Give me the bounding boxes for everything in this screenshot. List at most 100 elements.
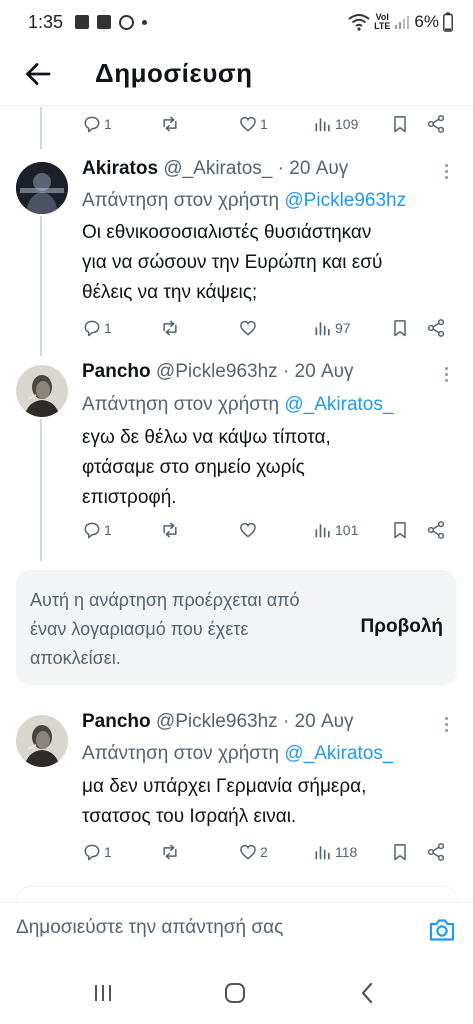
- tweet-header: Pancho @Pickle963hz · 20 Αυγ: [82, 361, 354, 383]
- tweet-actions: 1 101: [82, 518, 452, 542]
- share-icon: [427, 843, 445, 861]
- tweet-date[interactable]: · 20 Αυγ: [278, 158, 349, 179]
- bookmark-icon: [394, 320, 406, 337]
- author-handle[interactable]: @_Akiratos_: [163, 158, 272, 179]
- back-button[interactable]: [353, 978, 383, 1008]
- views-button[interactable]: 101: [313, 518, 358, 542]
- share-button[interactable]: [426, 316, 446, 340]
- heart-icon: [240, 844, 256, 860]
- heart-icon: [240, 522, 256, 538]
- reply-button[interactable]: 1: [82, 518, 112, 542]
- reply-icon: [84, 844, 100, 861]
- blocked-account-notice: Αυτή η ανάρτηση προέρχεται από έναν λογα…: [16, 570, 457, 685]
- tweet-date[interactable]: · 20 Αυγ: [283, 361, 354, 382]
- views-button[interactable]: 118: [313, 840, 357, 864]
- more-options-icon[interactable]: [443, 164, 449, 179]
- tweet-date[interactable]: · 20 Αυγ: [283, 711, 354, 732]
- tweet-actions: 1 1 109: [82, 112, 452, 136]
- mention-link[interactable]: @Pickle963hz: [284, 190, 406, 211]
- views-button[interactable]: 97: [313, 316, 351, 340]
- more-options-icon[interactable]: [443, 717, 449, 732]
- mention-link[interactable]: @_Akiratos_: [284, 743, 393, 764]
- repost-button[interactable]: [160, 518, 182, 542]
- recent-apps-icon: [95, 985, 111, 1001]
- reply-icon: [84, 116, 100, 133]
- share-icon: [427, 115, 445, 133]
- mention-link[interactable]: @_Akiratos_: [284, 394, 393, 415]
- tweet-actions: 1 2 118: [82, 840, 452, 864]
- like-button[interactable]: [238, 518, 260, 542]
- reply-input[interactable]: Δημοσιεύστε την απάντησή σας: [16, 917, 283, 939]
- repost-icon: [163, 320, 177, 336]
- repost-icon: [163, 522, 177, 538]
- blocked-notice-text: Αυτή η ανάρτηση προέρχεται από έναν λογα…: [30, 590, 300, 668]
- avatar-pancho-image: [16, 715, 68, 767]
- like-button[interactable]: [238, 316, 260, 340]
- reply-icon: [84, 320, 100, 337]
- system-navigation-bar: [0, 958, 473, 1024]
- camera-icon[interactable]: [427, 915, 457, 945]
- thread-connector: [40, 216, 42, 356]
- status-time: 1:35: [28, 11, 64, 32]
- thread-connector: [40, 419, 42, 561]
- bookmark-button[interactable]: [390, 840, 410, 864]
- more-options-icon[interactable]: [443, 367, 449, 382]
- share-button[interactable]: [426, 840, 446, 864]
- volte-indicator: VoƖ LTE: [374, 12, 391, 31]
- reply-context: Απάντηση στον χρήστη @_Akiratos_: [82, 394, 394, 415]
- views-button[interactable]: 109: [313, 112, 358, 136]
- views-icon: [315, 524, 330, 538]
- like-button[interactable]: 1: [238, 112, 268, 136]
- tweet-header: Akiratos @_Akiratos_ · 20 Αυγ: [82, 158, 348, 180]
- author-name[interactable]: Pancho: [82, 361, 151, 382]
- author-name[interactable]: Pancho: [82, 711, 151, 732]
- back-arrow-icon[interactable]: [24, 60, 52, 88]
- reply-button[interactable]: 1: [82, 316, 112, 340]
- author-handle[interactable]: @Pickle963hz: [156, 361, 278, 382]
- app-header: Δημοσίευση: [0, 44, 473, 106]
- author-handle[interactable]: @Pickle963hz: [156, 711, 278, 732]
- bookmark-icon: [394, 522, 406, 539]
- bookmark-button[interactable]: [390, 112, 410, 136]
- avatar[interactable]: [16, 715, 68, 767]
- share-button[interactable]: [426, 112, 446, 136]
- repost-button[interactable]: [160, 840, 182, 864]
- view-button[interactable]: Προβολή: [361, 616, 443, 638]
- viber-notification-icon: [119, 14, 135, 30]
- home-button[interactable]: [220, 978, 250, 1008]
- bookmark-button[interactable]: [390, 316, 410, 340]
- share-icon: [427, 521, 445, 539]
- tweet-text: μα δεν υπάρχει Γερμανία σήμερα, τσατσος …: [82, 776, 367, 827]
- share-button[interactable]: [426, 518, 446, 542]
- more-notifications-icon: [142, 19, 148, 25]
- heart-icon: [240, 116, 256, 132]
- author-name[interactable]: Akiratos: [82, 158, 158, 179]
- home-icon: [225, 983, 245, 1003]
- signal-icon: [395, 16, 410, 29]
- bookmark-icon: [394, 116, 406, 133]
- avatar[interactable]: [16, 162, 68, 214]
- views-icon: [315, 322, 330, 336]
- back-nav-icon: [361, 982, 373, 1004]
- avatar-pancho-image: [16, 365, 68, 417]
- status-bar: 1:35 VoƖ LTE 6%: [0, 0, 473, 44]
- avatar[interactable]: [16, 365, 68, 417]
- reply-button[interactable]: 1: [82, 112, 112, 136]
- bookmark-icon: [394, 844, 406, 861]
- repost-button[interactable]: [160, 316, 182, 340]
- recent-apps-button[interactable]: [88, 978, 118, 1008]
- battery-icon: [443, 12, 453, 32]
- heart-icon: [240, 320, 256, 336]
- reply-icon: [84, 522, 100, 539]
- checkbox-notification-icon: [97, 15, 112, 29]
- tweet-header: Pancho @Pickle963hz · 20 Αυγ: [82, 711, 354, 733]
- tweet-text: εγω δε θέλω να κάψω τίποτα, φτάσαμε στο …: [82, 427, 331, 508]
- like-button[interactable]: 2: [238, 840, 268, 864]
- bookmark-button[interactable]: [390, 518, 410, 542]
- page-title: Δημοσίευση: [95, 58, 253, 88]
- repost-button[interactable]: [160, 112, 182, 136]
- reply-button[interactable]: 1: [82, 840, 112, 864]
- tweet-actions: 1 97: [82, 316, 452, 340]
- share-icon: [427, 319, 445, 337]
- reply-context: Απάντηση στον χρήστη @Pickle963hz: [82, 190, 407, 211]
